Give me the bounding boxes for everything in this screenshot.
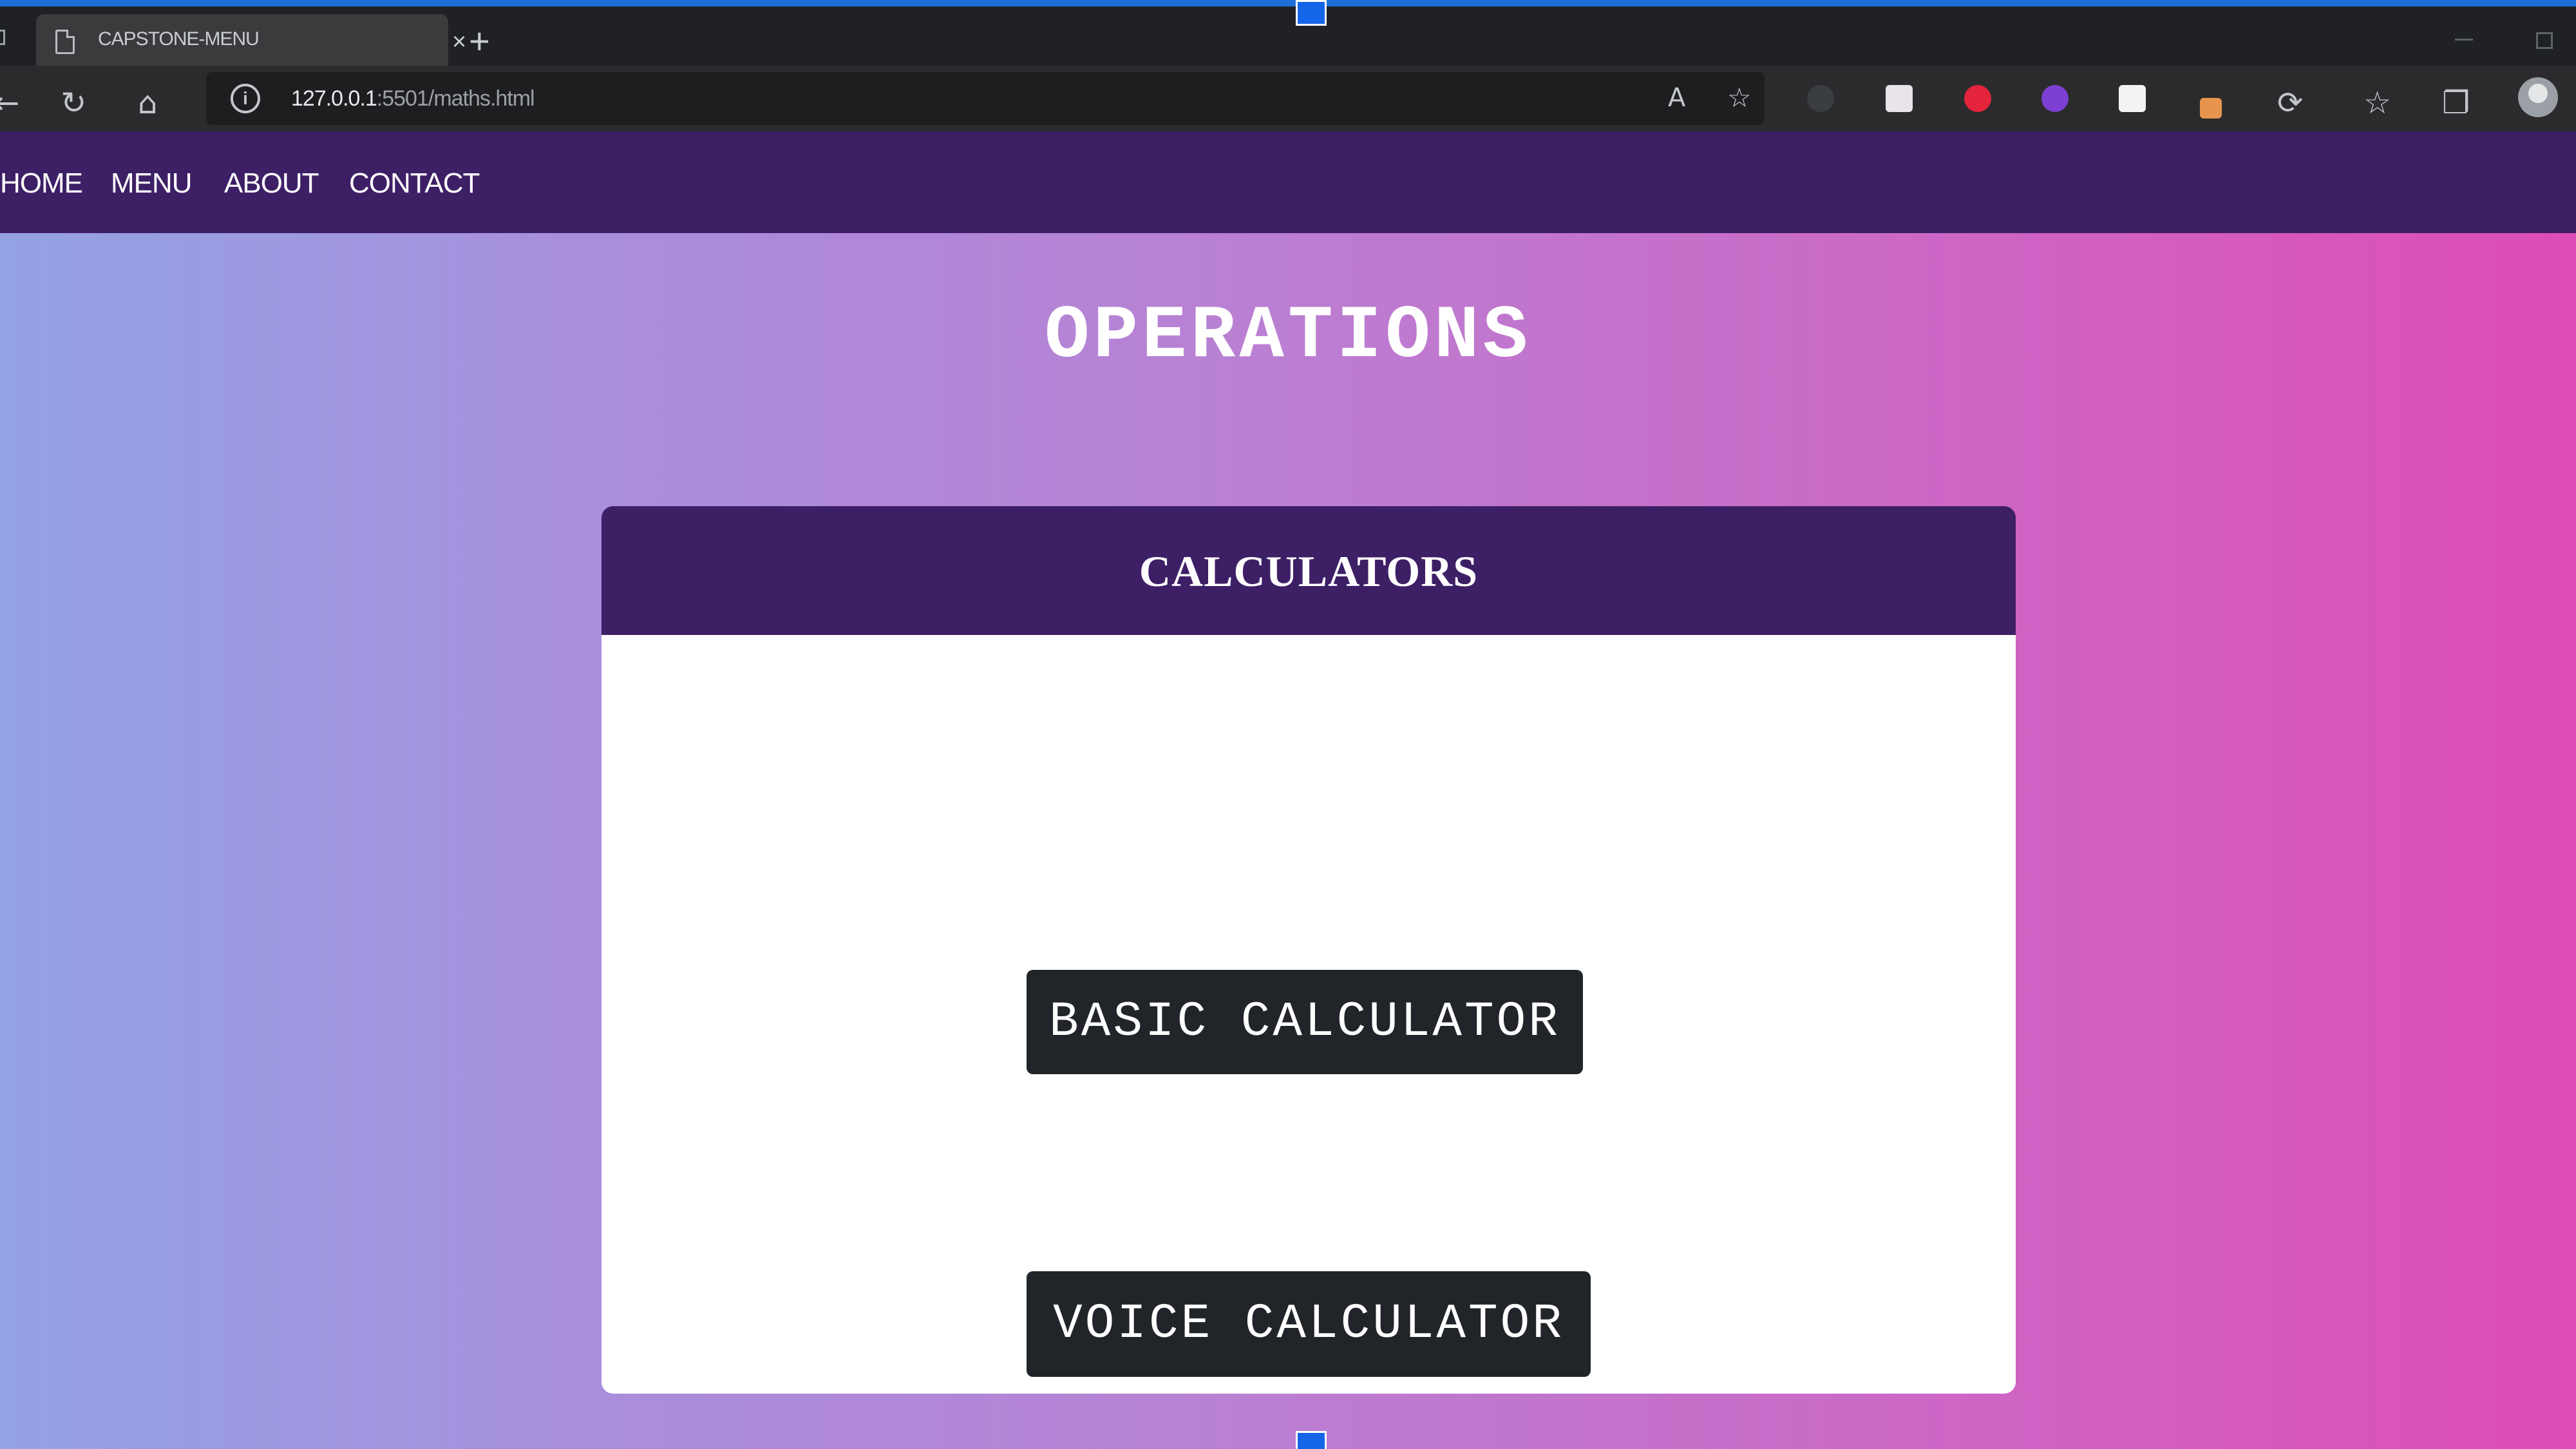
extension-icon-6[interactable] xyxy=(2200,98,2222,118)
browser-toolbar: ← ↻ ⌂ i 127.0.0.1:5501/maths.html A ☆ ⟳ … xyxy=(0,66,2576,131)
url-host: 127.0.0.1 xyxy=(291,86,377,111)
nav-item-menu[interactable]: MENU xyxy=(111,167,193,200)
page-icon xyxy=(55,30,75,54)
resize-handle-bottom[interactable] xyxy=(1296,1431,1327,1449)
url-text[interactable]: 127.0.0.1:5501/maths.html xyxy=(291,86,535,111)
browser-window: CAPSTONE-MENU × + ← ↻ ⌂ i 127.0.0.1:5501… xyxy=(0,0,2576,1449)
info-icon[interactable]: i xyxy=(231,84,260,113)
tab-title: CAPSTONE-MENU xyxy=(98,28,260,50)
extension-icon-1[interactable] xyxy=(1807,85,1834,112)
tab-active[interactable]: CAPSTONE-MENU × xyxy=(36,14,466,66)
add-favorite-icon[interactable]: ☆ xyxy=(1727,82,1752,113)
nav-item-about[interactable]: ABOUT xyxy=(224,167,319,200)
favorites-icon[interactable]: ☆ xyxy=(2363,88,2391,118)
basic-calculator-button[interactable]: BASIC CALCULATOR xyxy=(1027,970,1583,1074)
card-header: CALCULATORS xyxy=(601,506,2016,635)
resize-handle-top[interactable] xyxy=(1296,0,1327,26)
home-icon[interactable]: ⌂ xyxy=(138,88,157,118)
maximize-icon[interactable] xyxy=(2536,32,2553,49)
extension-icon-4[interactable] xyxy=(2041,85,2069,112)
card-body: BASIC CALCULATOR VOICE CALCULATOR xyxy=(601,635,2016,1394)
new-tab-icon[interactable]: + xyxy=(469,23,490,59)
url-path: :5501/maths.html xyxy=(376,86,535,111)
card-title: CALCULATORS xyxy=(1139,547,1479,596)
read-aloud-icon[interactable]: A xyxy=(1668,82,1685,113)
site-navbar: HOME MENU ABOUT CONTACT xyxy=(0,131,2576,233)
collections-icon[interactable]: ❐ xyxy=(2442,88,2470,118)
address-bar[interactable]: i 127.0.0.1:5501/maths.html A ☆ xyxy=(206,72,1765,125)
tab-actions-icon[interactable] xyxy=(0,30,5,45)
reload-icon[interactable]: ↻ xyxy=(61,88,86,118)
back-icon[interactable]: ← xyxy=(0,88,19,118)
extension-icon-3[interactable] xyxy=(1964,85,1991,112)
extension-icon-2[interactable] xyxy=(1886,85,1913,112)
close-tab-icon[interactable]: × xyxy=(452,30,466,54)
profile-avatar[interactable] xyxy=(2518,77,2558,117)
page-content: HOME MENU ABOUT CONTACT OPERATIONS CALCU… xyxy=(0,131,2576,1449)
nav-item-contact[interactable]: CONTACT xyxy=(349,167,480,200)
nav-item-home[interactable]: HOME xyxy=(0,167,83,200)
extension-icon-5[interactable] xyxy=(2119,85,2146,112)
window-top-accent xyxy=(0,0,2576,6)
refresh-extension-icon[interactable]: ⟳ xyxy=(2277,88,2303,118)
page-title: OPERATIONS xyxy=(1044,294,1532,379)
tab-bar: CAPSTONE-MENU × + xyxy=(0,6,2576,66)
minimize-icon[interactable] xyxy=(2455,39,2473,41)
voice-calculator-button[interactable]: VOICE CALCULATOR xyxy=(1027,1271,1591,1377)
